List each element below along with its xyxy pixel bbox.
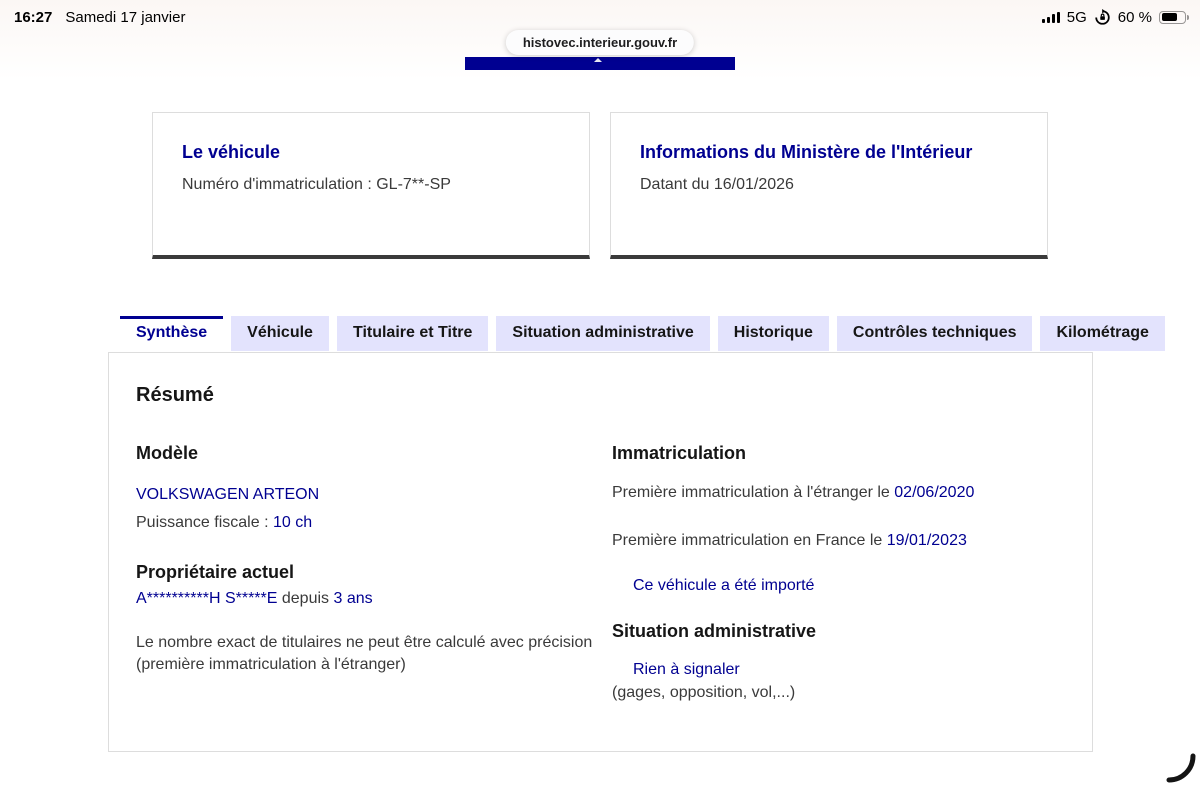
url-text: histovec.interieur.gouv.fr bbox=[522, 35, 678, 50]
fiscal-power-label: Puissance fiscale : bbox=[136, 514, 269, 531]
fiscal-power-line: Puissance fiscale : 10 ch bbox=[136, 514, 612, 532]
admin-status-detail: (gages, opposition, vol,...) bbox=[612, 684, 796, 701]
loading-spinner-arc bbox=[1165, 752, 1197, 784]
status-bar-left: 16:27 Samedi 17 janvier bbox=[14, 9, 185, 26]
network-type-label: 5G bbox=[1066, 8, 1087, 26]
first-france-registration-line: Première immatriculation en France le 19… bbox=[612, 532, 1062, 550]
vehicle-imported-link[interactable]: Ce véhicule a été importé bbox=[612, 577, 1062, 595]
tab-kilometrage[interactable]: Kilométrage bbox=[1040, 316, 1165, 351]
registration-column: Immatriculation Première immatriculation… bbox=[612, 443, 1062, 702]
cellular-signal-icon bbox=[1041, 11, 1060, 23]
owner-since-label: depuis bbox=[281, 590, 330, 607]
tab-vehicule[interactable]: Véhicule bbox=[231, 316, 329, 351]
nothing-to-report-link[interactable]: Rien à signaler bbox=[612, 661, 1062, 679]
first-foreign-registration-label: Première immatriculation à l'étranger le bbox=[612, 484, 890, 501]
tab-bar: Synthèse Véhicule Titulaire et Titre Sit… bbox=[120, 316, 1165, 352]
panel-columns: Modèle VOLKSWAGEN ARTEON Puissance fisca… bbox=[136, 443, 1092, 702]
page-action-bar[interactable] bbox=[465, 57, 735, 70]
ministry-info-card: Informations du Ministère de l'Intérieur… bbox=[610, 112, 1048, 259]
tab-historique[interactable]: Historique bbox=[717, 316, 829, 351]
first-france-registration-label: Première immatriculation en France le bbox=[612, 532, 883, 549]
fiscal-power-value: 10 ch bbox=[272, 514, 313, 531]
owner-heading: Propriétaire actuel bbox=[136, 562, 295, 582]
admin-status-heading: Situation administrative bbox=[612, 621, 817, 641]
orientation-lock-icon bbox=[1094, 8, 1111, 26]
resume-title: Résumé bbox=[136, 384, 214, 406]
owner-masked-name: A**********H S*****E bbox=[136, 590, 278, 607]
url-pill[interactable]: histovec.interieur.gouv.fr bbox=[505, 30, 695, 55]
vehicle-card: Le véhicule Numéro d'immatriculation : G… bbox=[152, 112, 590, 259]
vehicle-card-title: Le véhicule bbox=[182, 142, 281, 162]
tab-synthese[interactable]: Synthèse bbox=[120, 316, 224, 352]
date-label: Samedi 17 janvier bbox=[65, 8, 186, 26]
model-heading: Modèle bbox=[136, 443, 199, 463]
owner-since-value: 3 ans bbox=[333, 590, 373, 607]
owner-line: A**********H S*****E depuis 3 ans bbox=[136, 590, 612, 608]
owner-note: Le nombre exact de titulaires ne peut êt… bbox=[136, 634, 593, 673]
first-foreign-registration-date: 02/06/2020 bbox=[894, 484, 975, 501]
synthese-panel: Résumé Modèle VOLKSWAGEN ARTEON Puissanc… bbox=[108, 352, 1093, 752]
tab-situation-administrative[interactable]: Situation administrative bbox=[496, 316, 710, 351]
registration-heading: Immatriculation bbox=[612, 443, 747, 463]
ministry-info-card-title: Informations du Ministère de l'Intérieur bbox=[640, 142, 973, 162]
vehicle-card-body: Numéro d'immatriculation : GL-7**-SP bbox=[182, 176, 451, 193]
model-name: VOLKSWAGEN ARTEON bbox=[136, 486, 320, 503]
clock: 16:27 bbox=[14, 8, 53, 26]
first-foreign-registration-line: Première immatriculation à l'étranger le… bbox=[612, 484, 1062, 502]
ministry-info-card-body: Datant du 16/01/2026 bbox=[640, 176, 794, 193]
status-bar: 16:27 Samedi 17 janvier 5G 60 % bbox=[0, 0, 1200, 30]
first-france-registration-date: 19/01/2023 bbox=[886, 532, 967, 549]
status-bar-right: 5G 60 % bbox=[1041, 8, 1189, 26]
battery-icon bbox=[1159, 10, 1189, 24]
action-bar-notch bbox=[594, 58, 602, 62]
battery-percentage: 60 % bbox=[1117, 8, 1152, 26]
model-owner-column: Modèle VOLKSWAGEN ARTEON Puissance fisca… bbox=[136, 443, 612, 702]
tab-controles-techniques[interactable]: Contrôles techniques bbox=[836, 316, 1033, 351]
tab-titulaire-et-titre[interactable]: Titulaire et Titre bbox=[336, 316, 489, 351]
